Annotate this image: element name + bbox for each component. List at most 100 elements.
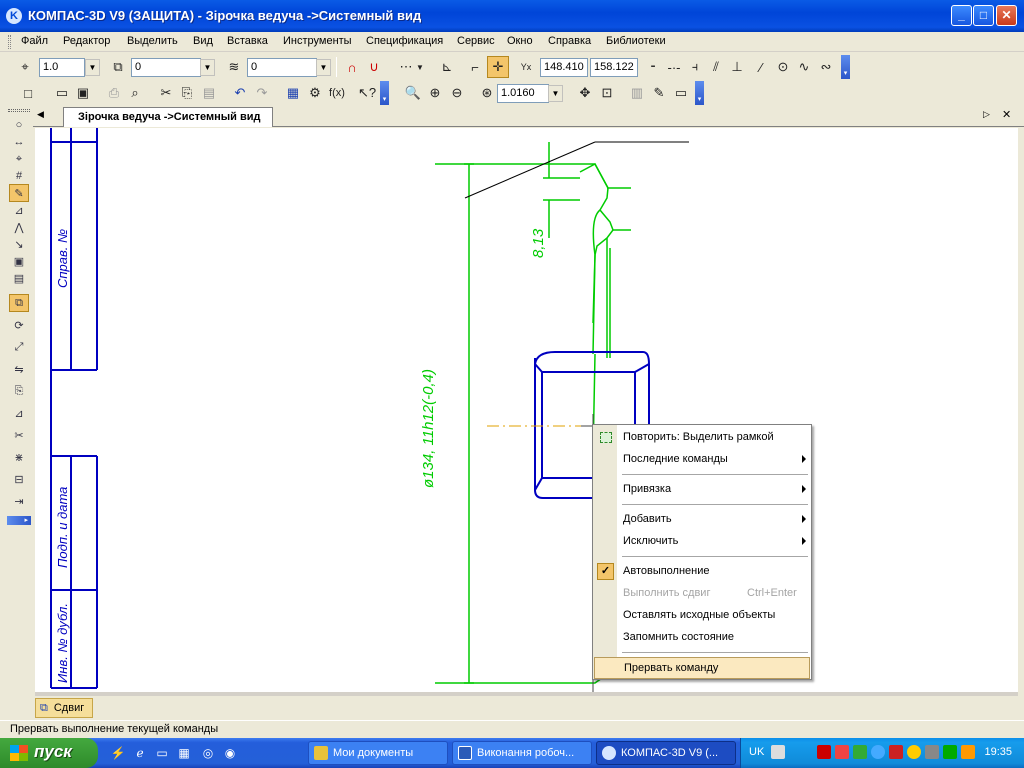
menu-service[interactable]: Сервис [457,35,495,47]
geometry-icon[interactable]: ○ [9,116,29,134]
menu-item-keep-originals[interactable]: Оставлять исходные объекты [594,605,810,627]
select-icon[interactable]: ↘ [9,235,29,253]
print-icon[interactable]: ⎙ [103,82,125,104]
toolbar2-end-chevron-icon[interactable]: ▾ [380,81,389,105]
ortho-icon[interactable]: ⌐ [464,56,486,78]
command-tab-shift[interactable]: ⧉ Сдвиг [35,698,94,718]
cut-icon[interactable]: ✂ [155,82,177,104]
toolbar-end-chevron-icon[interactable]: ▾ [841,55,850,79]
copy-icon[interactable]: ⎘ [176,82,198,104]
layer-field[interactable]: 0 [131,58,201,77]
network-tray-icon[interactable] [853,745,867,759]
shift-icon[interactable]: ⧉ [9,294,29,312]
menu-specification[interactable]: Спецификация [366,35,443,47]
snap-spline-icon[interactable]: ∾ [815,56,837,78]
menu-view[interactable]: Вид [193,35,213,47]
menu-help[interactable]: Справка [548,35,591,47]
menu-item-repeat-select-frame[interactable]: Повторить: Выделить рамкой [594,427,810,449]
zoom-in-icon[interactable]: ⊕ [424,82,446,104]
style-layers-icon[interactable]: ≋ [223,56,245,78]
break-icon[interactable]: ⋇ [9,448,29,466]
measure-icon[interactable]: ⋀ [9,218,29,236]
mirror-icon[interactable]: ⇋ [9,360,29,378]
taskbar-kompas[interactable]: КОМПАС-3D V9 (... [596,741,736,765]
copy-objects-icon[interactable]: ⎘ [9,382,29,400]
menu-libraries[interactable]: Библиотеки [606,35,666,47]
snap-tangent-icon[interactable]: ⁄ [750,56,772,78]
grid-dropdown-icon[interactable]: ▼ [414,56,426,78]
menu-insert[interactable]: Вставка [227,35,268,47]
zoom-window-icon[interactable]: 🔍 [402,82,424,104]
tab-scroll-left-icon[interactable]: ◀ [37,109,44,120]
help-pointer-icon[interactable]: ↖? [356,82,378,104]
document-tab[interactable]: Зірочка ведуча ->Системный вид [63,107,274,127]
manager-icon[interactable]: ▦ [282,82,304,104]
snap-parallel-icon[interactable]: ⫽ [705,56,727,78]
notation-icon[interactable]: ⌖ [9,150,29,168]
local-snap-icon[interactable]: ∪ [363,56,385,78]
menu-item-recent-commands[interactable]: Последние команды [594,449,810,471]
maximize-button[interactable]: □ [973,5,994,26]
close-document-icon[interactable]: ✕ [1002,108,1011,121]
style-field[interactable]: 0 [247,58,317,77]
menu-item-snap[interactable]: Привязка [594,479,810,501]
battery-icon[interactable] [943,745,957,759]
snap-center-icon[interactable]: ⊙ [772,56,794,78]
cursor-x-field[interactable]: 148.410 [540,58,588,77]
antivirus-icon[interactable] [835,745,849,759]
variables-icon[interactable]: f(x) [326,82,348,104]
menu-file[interactable]: Файл [21,35,48,47]
zoom-scale-icon[interactable]: ⊛ [476,82,498,104]
parametrization-icon[interactable]: ⊿ [9,201,29,219]
start-button[interactable]: пуск [0,738,98,768]
snap-curve-icon[interactable]: ∿ [793,56,815,78]
round-off-icon[interactable]: ✛ [487,56,509,78]
title-bar[interactable]: K КОМПАС-3D V9 (ЗАЩИТА) - Зірочка ведуча… [0,0,1024,32]
transform-icon[interactable]: ⇥ [9,492,29,510]
menu-editor[interactable]: Редактор [63,35,110,47]
snap-normal-icon[interactable]: ⊥ [726,56,748,78]
deform-icon[interactable]: ⊿ [9,404,29,422]
scale-field[interactable]: 1.0 [39,58,85,77]
network-icon[interactable]: ◎ [200,745,216,761]
snap-middle-icon[interactable]: -·- [663,56,685,78]
fragment-icon[interactable]: ▣ [9,252,29,270]
magnet-snap-icon[interactable]: ∩ [341,56,363,78]
taskbar-word-document[interactable]: Виконання робоч... [452,741,592,765]
split-icon[interactable]: ⊟ [9,470,29,488]
toolbar3-end-chevron-icon[interactable]: ▾ [695,81,704,105]
zoom-dropdown-icon[interactable]: ▼ [548,85,563,102]
snap-point-icon[interactable]: ⫞ [684,56,706,78]
new-document-icon[interactable]: □ [17,82,39,104]
alert-icon[interactable] [889,745,903,759]
menu-item-remember-state[interactable]: Запомнить состояние [594,627,810,649]
menu-window[interactable]: Окно [507,35,533,47]
cursor-y-field[interactable]: 158.122 [590,58,638,77]
print-preview-icon[interactable]: ⌕ [124,82,146,104]
editing-icon[interactable]: # [9,167,29,185]
menu-item-exclude[interactable]: Исключить [594,531,810,553]
kompas-tray-icon[interactable] [817,745,831,759]
tab-scroll-right-icon[interactable]: ▷ [983,109,990,120]
edit-tools-icon[interactable]: ✎ [9,184,29,202]
taskbar-my-documents[interactable]: Мои документы [308,741,448,765]
menubar-grip[interactable] [8,35,11,49]
zoom-out-icon[interactable]: ⊖ [446,82,468,104]
misc-tray-icon[interactable] [961,745,975,759]
show-desktop-icon[interactable]: ▭ [154,745,170,761]
paste-icon[interactable]: ▤ [198,82,220,104]
scale-dropdown-icon[interactable]: ▼ [85,59,100,76]
menu-tools[interactable]: Инструменты [283,35,352,47]
refresh-icon[interactable]: ▥ [626,82,648,104]
library-manager-icon[interactable]: ⚙ [304,82,326,104]
save-icon[interactable]: ▣ [72,82,94,104]
layer-dropdown-icon[interactable]: ▼ [200,59,215,76]
firefox-icon[interactable]: ◉ [222,745,238,761]
internet-explorer-icon[interactable]: ℯ [132,745,148,761]
calculator-icon[interactable]: ▦ [176,745,192,761]
layers-icon[interactable]: ⧉ [107,56,129,78]
zoom-field[interactable]: 1.0160 [497,84,549,103]
dimensions-icon[interactable]: ↔ [9,133,29,151]
properties-icon[interactable]: ✎ [648,82,670,104]
redo-icon[interactable]: ↷ [251,82,273,104]
